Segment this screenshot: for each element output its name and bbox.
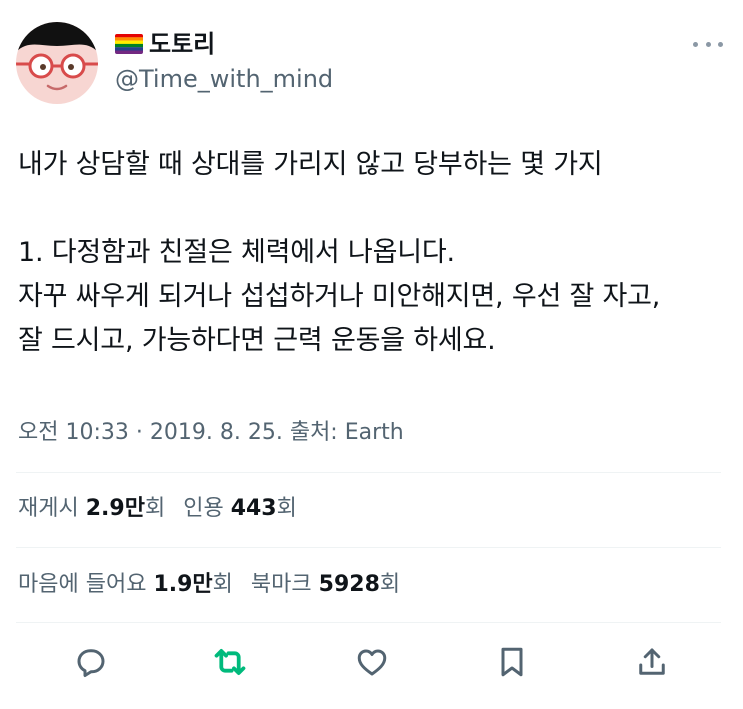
source-label: 출처: (289, 420, 338, 445)
like-icon[interactable] (350, 640, 394, 684)
quote-count[interactable]: 인용 443회 (183, 494, 297, 524)
more-options-icon[interactable] (693, 34, 723, 54)
divider (16, 472, 721, 473)
tweet-source[interactable]: Earth (345, 420, 404, 445)
tweet-line: 자꾸 싸우게 되거나 섭섭하거나 미안해지면, 우선 잘 자고, (18, 281, 661, 312)
share-icon[interactable] (630, 640, 674, 684)
retweet-count[interactable]: 재게시 2.9만회 (18, 494, 165, 524)
tweet-line: 내가 상담할 때 상대를 가리지 않고 당부하는 몇 가지 (18, 149, 603, 180)
bookmark-icon[interactable] (490, 640, 534, 684)
retweet-icon[interactable] (208, 640, 252, 684)
tweet-meta: 오전 10:33 · 2019. 8. 25. 출처: Earth (18, 418, 404, 448)
divider (16, 547, 721, 548)
stats-row-likes: 마음에 들어요 1.9만회 북마크 5928회 (18, 570, 400, 600)
bookmark-count[interactable]: 북마크 5928회 (251, 570, 400, 600)
author-name-row[interactable]: 도토리 (115, 30, 215, 58)
avatar[interactable] (16, 22, 98, 104)
author-handle[interactable]: @Time_with_mind (115, 64, 333, 94)
tweet-text: 내가 상담할 때 상대를 가리지 않고 당부하는 몇 가지 1. 다정함과 친절… (18, 143, 728, 363)
tweet-date[interactable]: 2019. 8. 25. (150, 420, 283, 445)
action-bar (0, 640, 743, 688)
meta-separator: · (135, 420, 143, 445)
avatar-illustration (16, 22, 98, 104)
tweet-line: 1. 다정함과 친절은 체력에서 나옵니다. (18, 237, 455, 268)
stats-row-reposts: 재게시 2.9만회 인용 443회 (18, 494, 297, 524)
reply-icon[interactable] (69, 640, 113, 684)
author-display-name: 도토리 (149, 30, 216, 58)
tweet-time[interactable]: 오전 10:33 (18, 420, 129, 445)
tweet-card: 도토리 @Time_with_mind 내가 상담할 때 상대를 가리지 않고 … (0, 0, 743, 709)
tweet-line: 잘 드시고, 가능하다면 근력 운동을 하세요. (18, 325, 496, 356)
divider (16, 622, 721, 623)
like-count[interactable]: 마음에 들어요 1.9만회 (18, 570, 233, 600)
rainbow-flag-icon (115, 34, 143, 54)
